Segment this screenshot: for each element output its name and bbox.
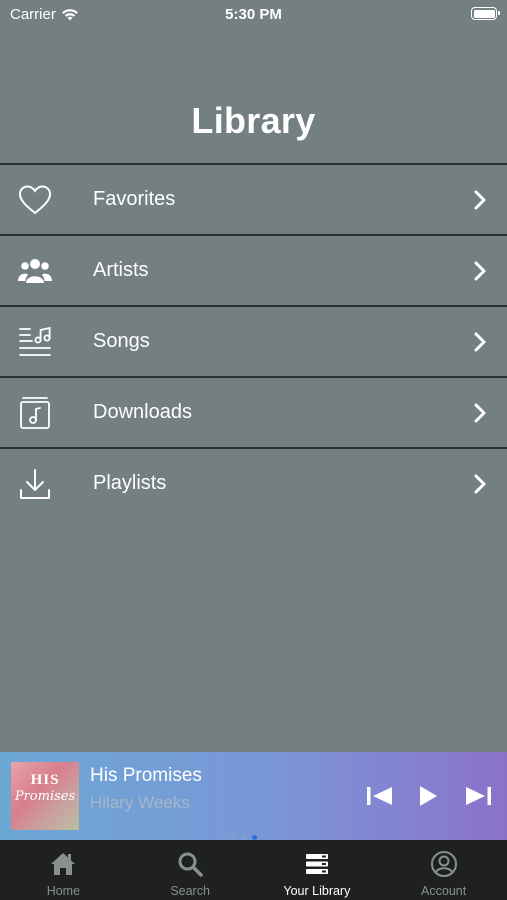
- album-art-text: Promises: [14, 789, 76, 804]
- download-icon: [16, 465, 54, 503]
- now-playing-bar[interactable]: HIS Promises His Promises Hilary Weeks: [0, 752, 507, 840]
- status-bar: Carrier 5:30 PM: [0, 0, 507, 30]
- tab-account[interactable]: Account: [380, 840, 507, 900]
- library-icon: [305, 854, 328, 874]
- tab-label: Your Library: [283, 884, 351, 898]
- tab-home[interactable]: Home: [0, 840, 127, 900]
- menu-item-label: Playlists: [93, 472, 167, 494]
- heart-icon: [16, 181, 54, 219]
- tab-label: Account: [421, 884, 467, 898]
- play-button[interactable]: [417, 784, 439, 808]
- previous-track-button[interactable]: [365, 784, 395, 808]
- tab-search[interactable]: Search: [127, 840, 254, 900]
- chevron-right-icon: [474, 474, 486, 493]
- chevron-right-icon: [474, 190, 486, 209]
- menu-item-label: Favorites: [93, 188, 176, 210]
- menu-item-favorites[interactable]: Favorites: [0, 165, 507, 236]
- menu-item-downloads[interactable]: Downloads: [0, 378, 507, 449]
- track-title: His Promises: [90, 765, 202, 786]
- song-list-icon: [16, 323, 54, 361]
- track-artist: Hilary Weeks: [90, 793, 190, 812]
- menu-item-songs[interactable]: Songs: [0, 307, 507, 378]
- chevron-right-icon: [474, 261, 486, 280]
- menu-item-label: Songs: [93, 330, 150, 352]
- next-track-button[interactable]: [463, 784, 493, 808]
- battery-icon: [471, 7, 500, 20]
- tab-bar: Home Search Your Library Account: [0, 840, 507, 900]
- library-menu: Favorites Artists Songs Downloads Playli…: [0, 163, 507, 518]
- menu-item-label: Artists: [93, 259, 149, 281]
- tab-label: Search: [170, 884, 210, 898]
- music-box-icon: [16, 394, 54, 432]
- account-icon: [430, 851, 457, 877]
- album-art-text: HIS: [30, 772, 60, 788]
- people-icon: [16, 252, 54, 290]
- chevron-right-icon: [474, 332, 486, 351]
- chevron-right-icon: [474, 403, 486, 422]
- menu-item-playlists[interactable]: Playlists: [0, 449, 507, 518]
- page-title: Library: [191, 100, 316, 141]
- album-art[interactable]: HIS Promises: [11, 762, 79, 830]
- home-icon: [51, 853, 76, 875]
- menu-item-artists[interactable]: Artists: [0, 236, 507, 307]
- tab-label: Home: [46, 884, 81, 898]
- clock: 5:30 PM: [225, 6, 282, 23]
- search-icon: [178, 852, 203, 877]
- menu-item-label: Downloads: [93, 401, 192, 423]
- tab-your-library[interactable]: Your Library: [254, 840, 381, 900]
